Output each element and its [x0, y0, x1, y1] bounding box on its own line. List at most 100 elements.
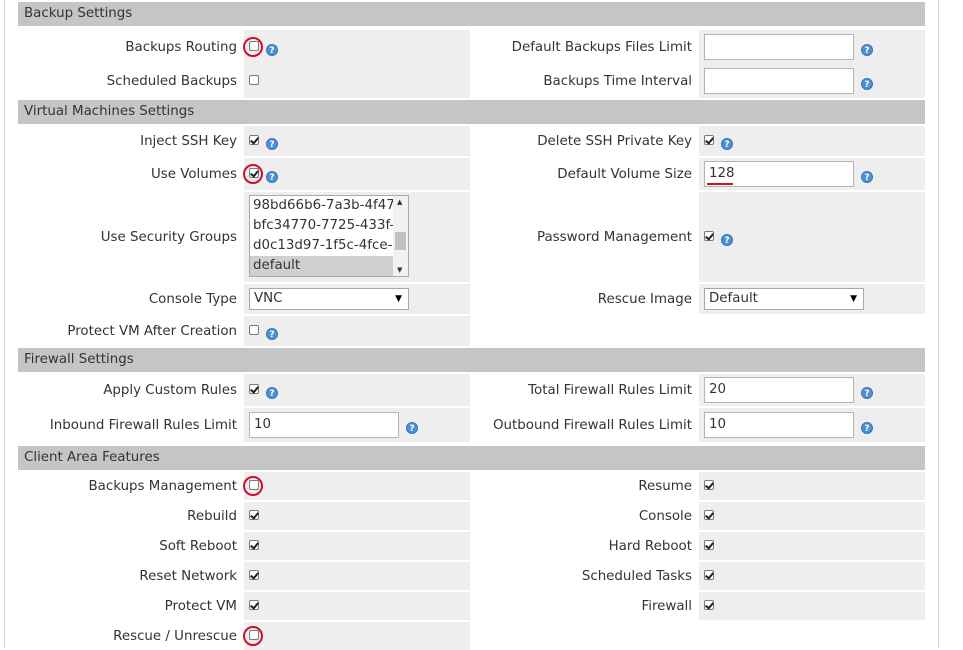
console-type-value: VNC — [254, 291, 283, 306]
label-apply-custom-rules: Apply Custom Rules — [103, 382, 237, 398]
help-icon[interactable]: ? — [266, 44, 278, 56]
backups-routing-checkbox[interactable] — [249, 41, 259, 51]
help-icon[interactable]: ? — [861, 387, 873, 399]
section-header-backup: Backup Settings — [18, 2, 925, 26]
label-rescue-image: Rescue Image — [597, 291, 692, 307]
help-icon[interactable]: ? — [721, 234, 733, 246]
firewall-checkbox[interactable] — [704, 600, 714, 610]
label-inbound-firewall-rules-limit: Inbound Firewall Rules Limit — [49, 417, 237, 433]
label-delete-ssh-private-key: Delete SSH Private Key — [537, 133, 692, 149]
default-volume-size-value: 128 — [709, 166, 735, 181]
help-icon[interactable]: ? — [266, 328, 278, 340]
row-protect-vm-after-creation: Protect VM After Creation ? — [18, 316, 925, 346]
scroll-up-arrow-icon[interactable]: ▲ — [397, 198, 402, 206]
label-rebuild: Rebuild — [187, 508, 237, 524]
row-inbound-firewall-rules-limit: Inbound Firewall Rules Limit 10 ? Outbou… — [18, 408, 925, 442]
label-resume: Resume — [638, 478, 692, 494]
rebuild-checkbox[interactable] — [249, 510, 259, 520]
scroll-down-arrow-icon[interactable]: ▼ — [397, 266, 402, 274]
label-use-volumes: Use Volumes — [150, 166, 237, 182]
label-rescue-unrescue: Rescue / Unrescue — [113, 628, 237, 644]
row-rescue-unrescue: Rescue / Unrescue — [18, 622, 925, 650]
highlight-circle — [243, 164, 263, 184]
help-icon[interactable]: ? — [721, 138, 733, 150]
rescue-image-select[interactable]: Default ▼ — [704, 288, 864, 310]
help-icon[interactable]: ? — [861, 422, 873, 434]
left-border — [4, 0, 5, 649]
row-use-security-groups: Use Security Groups 98bd66b6-7a3b-4f47- … — [18, 192, 925, 282]
highlight-circle — [243, 476, 263, 496]
rescue-image-value: Default — [709, 291, 758, 306]
label-console: Console — [638, 508, 692, 524]
label-hard-reboot: Hard Reboot — [608, 538, 692, 554]
row-inject-ssh-key: Inject SSH Key ? Delete SSH Private Key … — [18, 126, 925, 156]
delete-ssh-private-key-checkbox[interactable] — [704, 135, 714, 145]
rescue-unrescue-checkbox[interactable] — [249, 630, 259, 640]
section-header-client: Client Area Features — [18, 446, 925, 470]
label-use-security-groups: Use Security Groups — [100, 229, 237, 245]
chevron-down-icon: ▼ — [395, 294, 402, 304]
label-backups-routing: Backups Routing — [125, 39, 237, 55]
password-management-checkbox[interactable] — [704, 231, 714, 241]
protect-vm-checkbox[interactable] — [249, 600, 259, 610]
use-volumes-checkbox[interactable] — [249, 168, 259, 178]
label-default-backups-files-limit: Default Backups Files Limit — [511, 39, 692, 55]
label-reset-network: Reset Network — [139, 568, 237, 584]
listbox-scrollbar[interactable]: ▲ ▼ — [393, 196, 408, 276]
scheduled-backups-checkbox[interactable] — [249, 75, 259, 85]
apply-custom-rules-checkbox[interactable] — [249, 384, 259, 394]
resume-checkbox[interactable] — [704, 480, 714, 490]
console-checkbox[interactable] — [704, 510, 714, 520]
row-soft-reboot: Soft Reboot Hard Reboot — [18, 532, 925, 560]
row-scheduled-backups: Scheduled Backups Backups Time Interval … — [18, 64, 925, 98]
label-backups-time-interval: Backups Time Interval — [543, 73, 692, 89]
outbound-firewall-rules-limit-input[interactable]: 10 — [704, 412, 854, 438]
help-icon[interactable]: ? — [406, 422, 418, 434]
highlight-circle — [243, 37, 263, 57]
total-firewall-rules-limit-input[interactable]: 20 — [704, 377, 854, 403]
settings-form: Backup Settings Backups Routing ? Defaul… — [18, 2, 925, 650]
row-reset-network: Reset Network Scheduled Tasks — [18, 562, 925, 590]
inject-ssh-key-checkbox[interactable] — [249, 135, 259, 145]
backups-time-interval-input[interactable] — [704, 68, 854, 94]
scheduled-tasks-checkbox[interactable] — [704, 570, 714, 580]
row-backups-routing: Backups Routing ? Default Backups Files … — [18, 30, 925, 64]
row-protect-vm: Protect VM Firewall — [18, 592, 925, 620]
list-item-selected[interactable]: default — [250, 256, 394, 276]
section-header-vm: Virtual Machines Settings — [18, 100, 925, 124]
label-outbound-firewall-rules-limit: Outbound Firewall Rules Limit — [492, 417, 692, 433]
spellcheck-underline — [707, 183, 733, 185]
label-default-volume-size: Default Volume Size — [557, 166, 692, 182]
protect-vm-after-creation-checkbox[interactable] — [249, 325, 259, 335]
reset-network-checkbox[interactable] — [249, 570, 259, 580]
label-protect-vm: Protect VM — [164, 598, 237, 614]
hard-reboot-checkbox[interactable] — [704, 540, 714, 550]
help-icon[interactable]: ? — [861, 44, 873, 56]
help-icon[interactable]: ? — [861, 171, 873, 183]
list-item[interactable]: 98bd66b6-7a3b-4f47- — [250, 196, 395, 216]
help-icon[interactable]: ? — [266, 387, 278, 399]
label-protect-vm-after-creation: Protect VM After Creation — [67, 323, 237, 339]
soft-reboot-checkbox[interactable] — [249, 540, 259, 550]
label-firewall: Firewall — [641, 598, 693, 614]
label-scheduled-backups: Scheduled Backups — [106, 73, 237, 89]
default-backups-files-limit-input[interactable] — [704, 34, 854, 60]
help-icon[interactable]: ? — [861, 78, 873, 90]
scroll-thumb[interactable] — [395, 232, 406, 250]
label-inject-ssh-key: Inject SSH Key — [140, 133, 237, 149]
label-console-type: Console Type — [148, 291, 237, 307]
chevron-down-icon: ▼ — [850, 294, 857, 304]
backups-management-checkbox[interactable] — [249, 480, 259, 490]
row-console-type: Console Type VNC ▼ Rescue Image Default … — [18, 284, 925, 314]
security-groups-listbox[interactable]: 98bd66b6-7a3b-4f47- bfc34770-7725-433f-b… — [249, 195, 409, 277]
inbound-firewall-rules-limit-input[interactable]: 10 — [249, 412, 399, 438]
default-volume-size-input[interactable]: 128 — [704, 161, 854, 187]
label-backups-management: Backups Management — [88, 478, 237, 494]
row-apply-custom-rules: Apply Custom Rules ? Total Firewall Rule… — [18, 374, 925, 406]
list-item[interactable]: d0c13d97-1f5c-4fce-b — [250, 236, 395, 256]
section-header-firewall: Firewall Settings — [18, 348, 925, 372]
list-item[interactable]: bfc34770-7725-433f-b — [250, 216, 395, 236]
console-type-select[interactable]: VNC ▼ — [249, 288, 409, 310]
help-icon[interactable]: ? — [266, 138, 278, 150]
help-icon[interactable]: ? — [266, 171, 278, 183]
